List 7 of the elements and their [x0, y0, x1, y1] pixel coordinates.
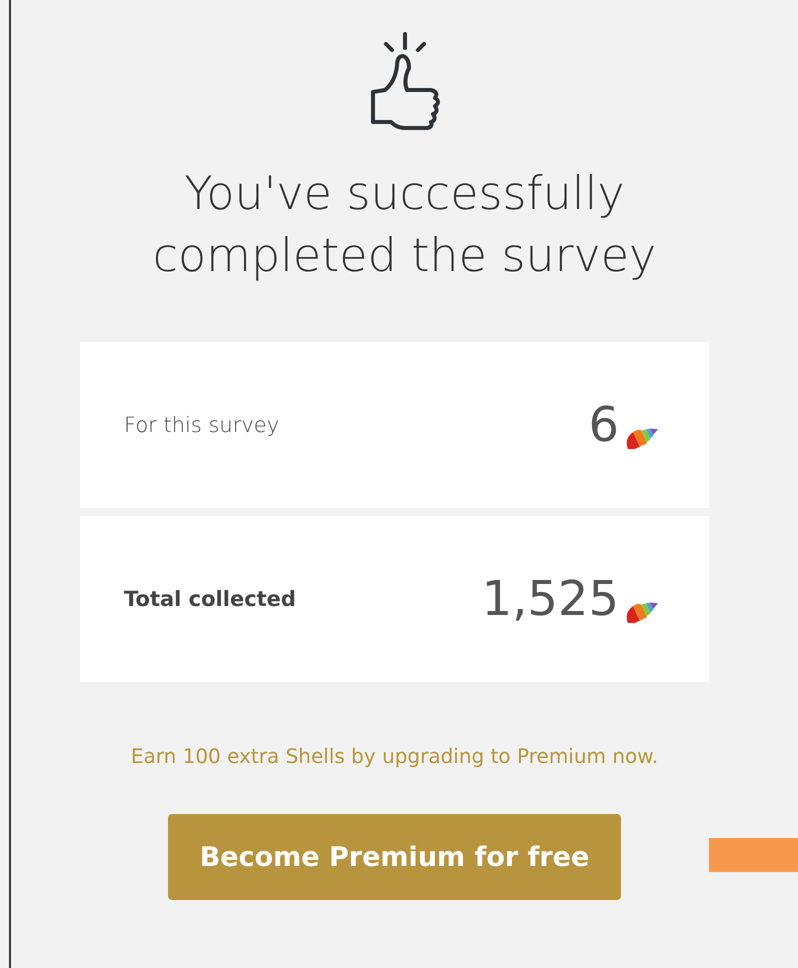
reward-label: For this survey: [124, 413, 280, 437]
reward-value: 1,525: [482, 575, 619, 623]
become-premium-button[interactable]: Become Premium for free: [168, 814, 621, 900]
reward-label: Total collected: [124, 587, 296, 611]
promo-text: Earn 100 extra Shells by upgrading to Premium now.: [130, 744, 658, 768]
completion-title: You've successfully completed the survey: [152, 165, 658, 284]
reward-value: 6: [588, 401, 619, 449]
